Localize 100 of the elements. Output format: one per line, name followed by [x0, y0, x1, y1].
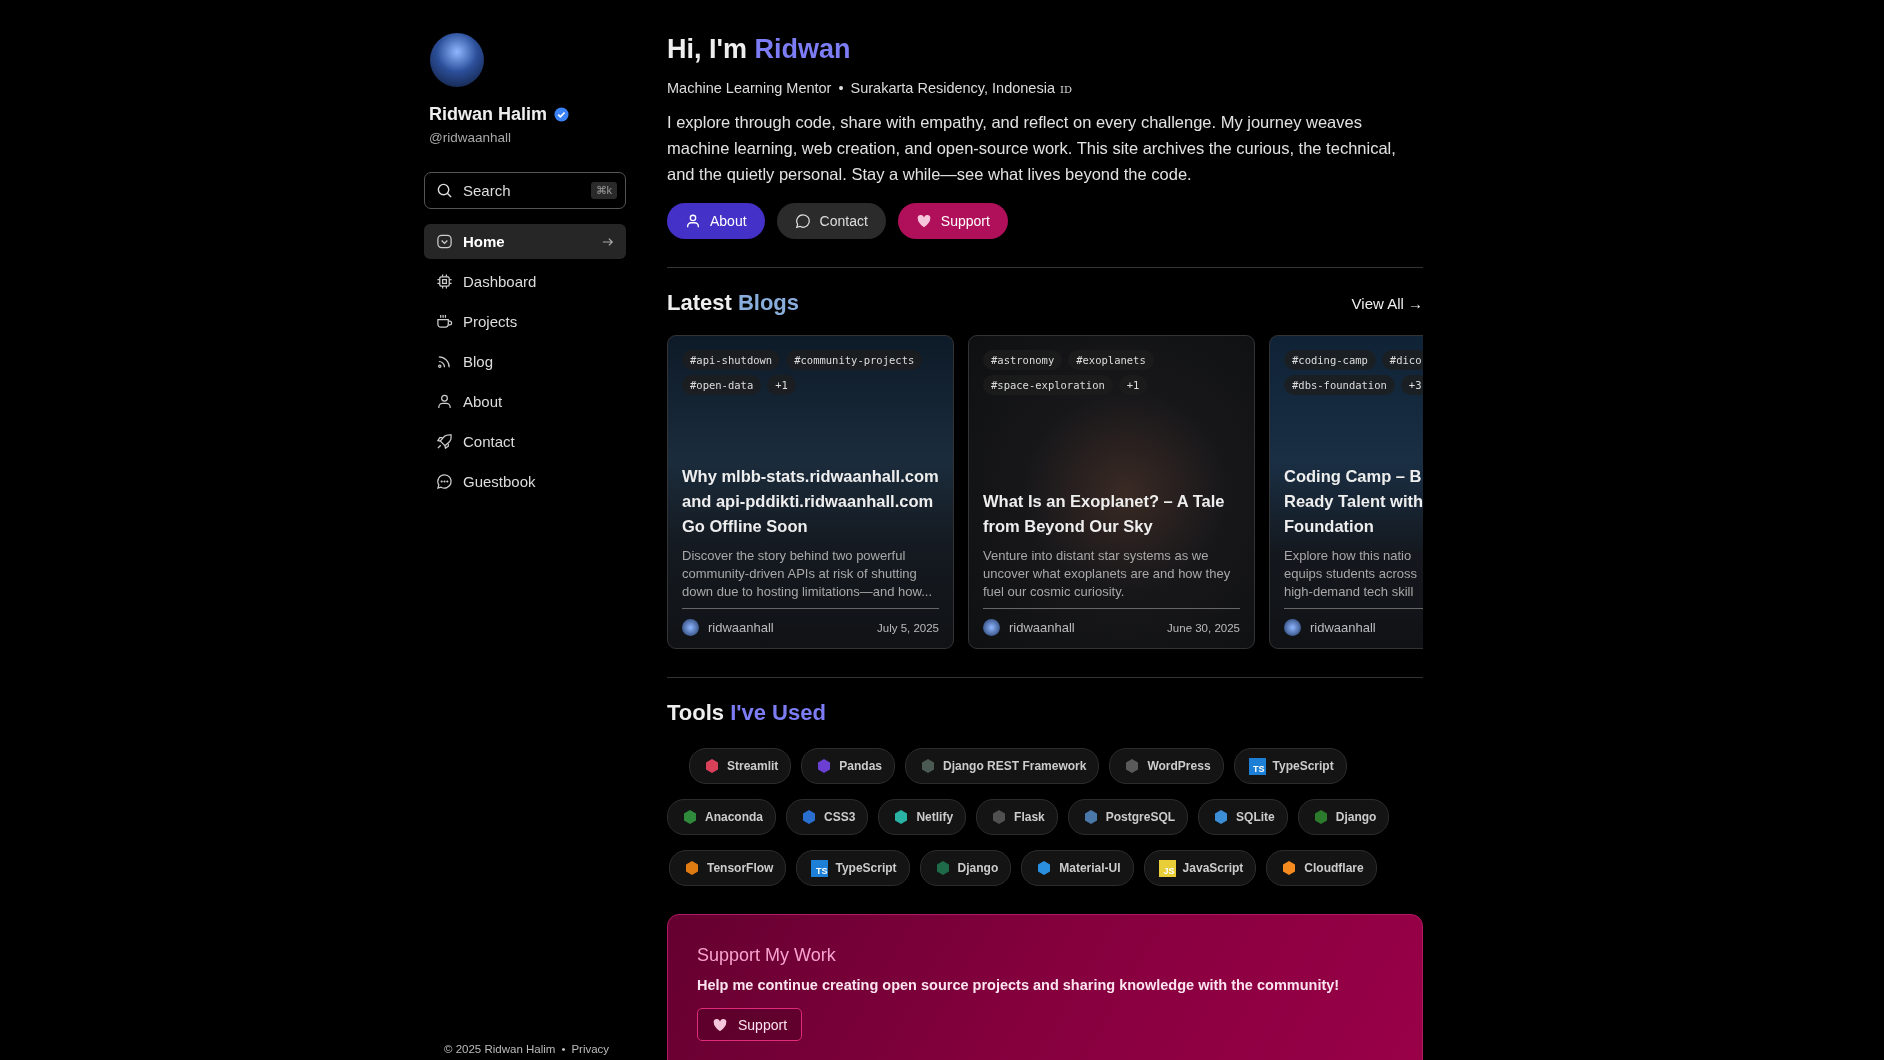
tag-chip: #space-exploration	[983, 375, 1113, 395]
author-avatar	[983, 619, 1000, 636]
tag-chip: #dico	[1381, 350, 1423, 370]
privacy-link[interactable]: Privacy	[571, 1043, 610, 1059]
author-name: ridwaanhall	[708, 620, 775, 635]
section-heading: Tools I've Used	[667, 700, 827, 726]
avatar	[430, 33, 484, 87]
blog-card[interactable]	[667, 335, 954, 649]
role-text: Machine Learning Mentor	[667, 80, 832, 96]
logo-icon: JS	[1158, 859, 1176, 877]
support-text: Help me continue creating open source projects and sharing knowledge with the community!	[697, 977, 1341, 993]
tool-chip: Flask	[976, 799, 1058, 835]
location-text: Surakarta Residency, Indonesia	[850, 80, 1055, 96]
tool-chip: Django	[1297, 799, 1390, 835]
nav-item[interactable]: Guestbook	[424, 464, 626, 499]
support-title: Support My Work	[697, 945, 837, 966]
tool-chip: Cloudflare	[1266, 850, 1377, 886]
contact-button[interactable]: Contact	[776, 203, 886, 239]
cup-icon	[436, 313, 453, 330]
logo-icon	[1281, 860, 1298, 876]
tool-chip: Pandas	[801, 748, 896, 784]
tool-chip: Material-UI	[1021, 850, 1134, 886]
blog-title: Why mlbb-stats.ridwaanhall.com and api-pddikti.ridwaanhall.com Go Offline Soon	[682, 466, 939, 537]
logo-icon	[682, 809, 698, 825]
copyright-text: © 2025 Ridwan Halim	[444, 1043, 556, 1057]
tag-chip: +1	[1118, 375, 1148, 395]
logo-icon	[1124, 758, 1141, 774]
tool-chip: Django	[919, 850, 1012, 886]
bio-paragraph: I explore through code, share with empathy, and reflect on every challenge. My journey weaves machine learning, web creation, and open-source work. This site archives the curious, the technical, and the quietly personal. Stay a while—see what lives beyond the code.	[667, 112, 1397, 185]
blog-title: Coding Camp – B Ready Talent with Foundation	[1284, 466, 1423, 537]
blog-excerpt: Discover the story behind two powerful community-driven APIs at risk of shutting down due to hosting limitations—and how...	[682, 547, 934, 601]
tool-chip: Anaconda	[667, 799, 776, 835]
tool-chip: Netlify	[878, 799, 967, 835]
search-icon	[436, 182, 453, 199]
nav-item[interactable]: Projects	[424, 304, 626, 339]
post-date: June 30, 2025	[1167, 621, 1240, 634]
view-all-link[interactable]: View All →	[1351, 294, 1423, 312]
tool-chip: TensorFlow	[669, 850, 787, 886]
rss-icon	[436, 353, 453, 370]
blog-title: What Is an Exoplanet? – A Tale from Beyond Our Sky	[983, 491, 1226, 537]
nav-item[interactable]: Blog	[424, 344, 626, 379]
tag-chip: #api-shutdown	[682, 350, 781, 370]
tool-chip: WordPress	[1109, 748, 1224, 784]
author-avatar	[682, 619, 699, 636]
logo-icon: TS	[811, 859, 829, 877]
tag-chip: #exoplanets	[1068, 350, 1154, 370]
blog-excerpt: Explore how this natio equips students across high-demand tech skill	[1284, 547, 1418, 601]
author-name: ridwaanhall	[1009, 620, 1076, 635]
author-name: ridwaanhall	[1310, 620, 1377, 635]
shortcut-hint: ⌘k	[590, 182, 617, 199]
heart-icon	[712, 1016, 728, 1033]
tag-chip: #astronomy	[983, 350, 1063, 370]
about-button[interactable]: About	[667, 203, 765, 239]
logo-icon	[704, 758, 720, 774]
nav-item[interactable]: Home	[424, 224, 626, 259]
tag-chip: +1	[767, 375, 796, 395]
tool-chip: Django REST Framework	[905, 748, 1100, 784]
tag-chip: #open-data	[682, 375, 762, 395]
arrow-right-icon	[602, 235, 614, 248]
tool-chip: Streamlit	[689, 748, 792, 784]
logo-icon	[1082, 809, 1099, 825]
logo-icon	[934, 860, 951, 876]
logo-icon	[1036, 860, 1053, 876]
chat-icon	[794, 213, 811, 229]
blog-card[interactable]: #coding-camp #dico #dbs-foundation +3 Coding Camp – B Ready Talent with Foundation Explore how this natio equips students across high-demand tech skill ridwaanhall	[1269, 335, 1423, 649]
nav-item[interactable]: Dashboard	[424, 264, 626, 299]
separator-dot: •	[561, 1043, 566, 1057]
tool-chip: TS TypeScript	[1233, 748, 1347, 784]
logo-icon	[801, 809, 817, 825]
tag-chip: #dbs-foundation	[1284, 375, 1395, 395]
support-button[interactable]: Support	[897, 203, 1008, 239]
tag-chip: +3	[1400, 375, 1423, 395]
separator-dot: •	[838, 80, 844, 96]
tool-chip: CSS3	[786, 799, 869, 835]
logo-icon	[1213, 809, 1230, 825]
logo-icon: TS	[1248, 757, 1266, 775]
nav-item[interactable]: About	[424, 384, 626, 419]
blog-card[interactable]	[968, 335, 1255, 649]
rocket-icon	[436, 433, 453, 450]
nav-item[interactable]: Contact	[424, 424, 626, 459]
tool-chip: TS TypeScript	[796, 850, 910, 886]
tool-chip: SQLite	[1198, 799, 1288, 835]
tag-chip: #community-projects	[786, 350, 923, 370]
chat-icon	[436, 473, 453, 490]
tool-chip: PostgreSQL	[1067, 799, 1189, 835]
logo-icon	[893, 809, 910, 825]
post-date: July 5, 2025	[877, 621, 939, 634]
support-button[interactable]: Support	[697, 1008, 803, 1041]
user-icon	[685, 213, 701, 229]
greeting-heading: Hi, I'm Ridwan	[667, 34, 852, 65]
profile-handle: @ridwaanhall	[429, 130, 512, 145]
logo-icon	[991, 809, 1008, 825]
logo-icon	[920, 758, 937, 774]
logo-icon	[1312, 809, 1329, 825]
tag-chip: #coding-camp	[1284, 350, 1376, 370]
author-avatar	[1284, 619, 1301, 636]
section-heading: Latest Blogs	[667, 290, 800, 316]
blog-excerpt: Venture into distant star systems as we uncover what exoplanets are and how they fuel our cosmic curiosity.	[983, 547, 1232, 601]
user-icon	[436, 393, 453, 410]
tool-chip: JS JavaScript	[1143, 850, 1257, 886]
